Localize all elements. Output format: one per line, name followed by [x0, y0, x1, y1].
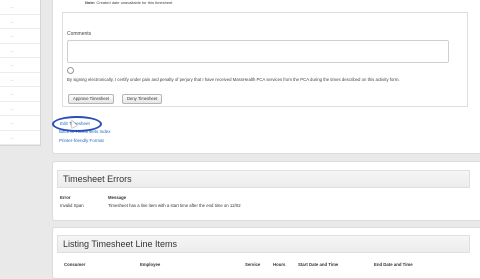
sidebar-row[interactable]: -- — [0, 44, 40, 58]
left-sidebar: -- -- -- -- -- -- -- -- -- -- — [0, 0, 41, 146]
line-items-column-header[interactable]: Consumer — [64, 262, 85, 267]
errors-column-header: Error — [60, 195, 71, 200]
error-type-cell: Invalid Span — [60, 203, 84, 208]
errors-column-header: Message — [108, 195, 127, 200]
sidebar-row-label: -- — [11, 76, 14, 82]
error-message-cell: Timesheet has a line item with a start t… — [108, 203, 241, 208]
note-row: Note: Created date unavailable for this … — [85, 0, 172, 5]
comments-label: Comments — [67, 31, 92, 37]
sidebar-row[interactable]: -- — [0, 58, 40, 73]
note-text: Created date unavailable for this timesh… — [96, 0, 173, 5]
sidebar-row[interactable]: -- — [0, 15, 40, 29]
sidebar-row-label: -- — [11, 105, 14, 111]
attestation-checkbox[interactable] — [67, 67, 74, 74]
line-items-column-header[interactable]: Hours — [273, 262, 285, 267]
sidebar-row[interactable]: -- — [0, 116, 40, 131]
sidebar-row[interactable]: -- — [0, 131, 40, 145]
sidebar-row-label: -- — [11, 91, 14, 96]
line-items-column-header[interactable]: End Date and Time — [374, 262, 413, 267]
errors-header: Timesheet Errors — [57, 170, 470, 188]
sidebar-row-label: -- — [11, 18, 14, 24]
note-label: Note: — [85, 0, 96, 5]
sidebar-row[interactable]: -- — [0, 73, 40, 87]
sidebar-row[interactable]: -- — [0, 87, 40, 102]
line-items-title: Listing Timesheet Line Items — [63, 239, 178, 249]
approve-timesheet-button[interactable]: Approve Timesheet — [68, 94, 115, 104]
errors-title: Timesheet Errors — [63, 174, 132, 184]
line-items-column-header[interactable]: Employee — [140, 262, 160, 267]
sidebar-row[interactable]: -- — [0, 0, 40, 15]
sidebar-row-label: -- — [11, 120, 14, 125]
sidebar-row-label: -- — [11, 33, 14, 38]
line-items-header: Listing Timesheet Line Items — [57, 235, 470, 253]
sidebar-row[interactable]: -- — [0, 102, 40, 116]
line-items-column-header[interactable]: Start Date and Time — [298, 262, 338, 267]
sidebar-row-label: -- — [11, 4, 14, 9]
sidebar-row-label: -- — [11, 47, 14, 53]
printer-friendly-link[interactable]: Printer-friendly Format — [59, 138, 104, 143]
sidebar-row-label: -- — [11, 134, 14, 140]
deny-timesheet-button[interactable]: Deny Timesheet — [122, 94, 163, 104]
sidebar-row[interactable]: -- — [0, 29, 40, 44]
sidebar-row-label: -- — [11, 62, 14, 67]
line-items-column-header[interactable]: Service — [245, 262, 260, 267]
comments-textarea[interactable] — [67, 40, 449, 63]
attestation-text: By signing electronically, I certify und… — [67, 77, 400, 82]
